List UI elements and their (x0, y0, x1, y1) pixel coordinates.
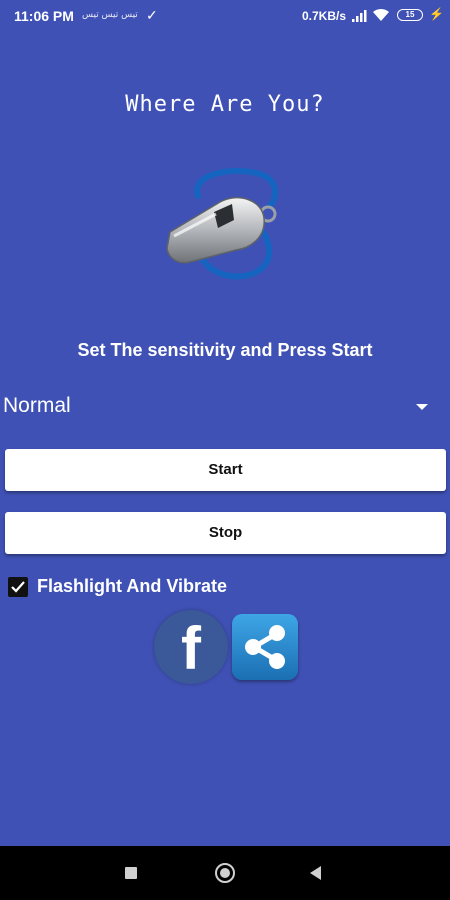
facebook-button[interactable]: f (154, 610, 228, 684)
app-title: Where Are You? (125, 92, 325, 117)
start-button[interactable]: Start (5, 449, 446, 491)
charging-icon: ⚡ (429, 7, 444, 21)
sensitivity-dropdown[interactable]: Normal (0, 388, 450, 424)
network-speed: 0.7KB/s (302, 9, 347, 23)
checkmark-icon (11, 581, 25, 593)
sensitivity-selected-value: Normal (3, 394, 71, 417)
share-button[interactable] (232, 614, 298, 680)
status-bar: 11:06 PM تیس تیس تیس ✓ 0.7KB/s 15 ⚡ (0, 0, 450, 32)
facebook-icon: f (181, 615, 201, 682)
instruction-text: Set The sensitivity and Press Start (77, 340, 373, 360)
share-icon (245, 625, 285, 669)
wifi-icon (373, 8, 389, 21)
chevron-down-icon (416, 404, 428, 410)
signal-icon (352, 10, 367, 22)
flashlight-vibrate-label[interactable]: Flashlight And Vibrate (37, 576, 227, 597)
system-nav-bar (0, 846, 450, 900)
home-icon[interactable] (215, 863, 235, 883)
back-icon[interactable] (310, 866, 321, 880)
whistle-icon (166, 168, 279, 280)
download-done-icon: ✓ (146, 7, 158, 23)
status-time: 11:06 PM (14, 8, 74, 24)
stop-button[interactable]: Stop (5, 512, 446, 554)
battery-icon: 15 (397, 9, 423, 21)
recents-icon[interactable] (125, 867, 137, 879)
status-notification-icons: تیس تیس تیس (82, 10, 138, 20)
flashlight-vibrate-checkbox[interactable] (8, 577, 28, 597)
